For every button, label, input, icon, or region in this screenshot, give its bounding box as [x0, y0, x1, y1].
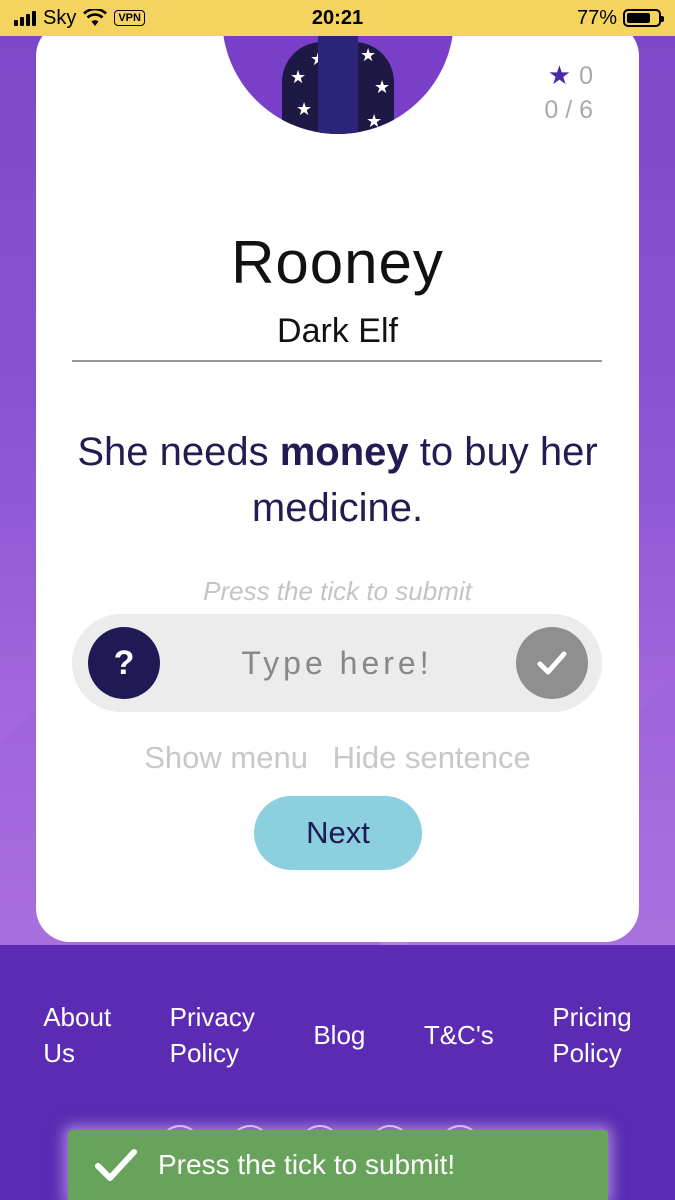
- footer-nav: About Us Privacy Policy Blog T&C's Pricing…: [0, 995, 675, 1075]
- battery-percent: 77%: [576, 6, 617, 29]
- answer-input[interactable]: [182, 634, 492, 692]
- toast-message: Press the tick to submit!: [158, 1149, 456, 1180]
- sentence-before: She needs: [77, 430, 280, 474]
- footer-link-blog[interactable]: Blog: [313, 1017, 365, 1053]
- card-links: Show menu Hide sentence: [36, 740, 639, 776]
- status-right: 77%: [576, 6, 664, 30]
- character-avatar: ★ ★ ★ ★ ★ ★: [222, 22, 454, 134]
- carrier-name: Sky: [43, 6, 77, 29]
- score-panel: ★ 0 0 / 6: [544, 58, 593, 127]
- answer-bar: ?: [72, 614, 602, 712]
- next-button[interactable]: Next: [254, 796, 422, 870]
- character-card: ★ ★ ★ ★ ★ ★ ★0 0 / 6 Rooney Dark Elf She…: [36, 22, 639, 942]
- character-name: Rooney: [231, 229, 444, 296]
- hide-sentence-link[interactable]: Hide sentence: [333, 740, 531, 775]
- battery-icon: [623, 9, 664, 27]
- character-class: Dark Elf: [277, 312, 398, 350]
- checkmark-icon: [537, 651, 567, 675]
- vpn-badge: VPN: [114, 10, 145, 26]
- toast-notification: Press the tick to submit!: [68, 1130, 608, 1200]
- help-button[interactable]: ?: [88, 627, 160, 699]
- avatar-collar: [318, 32, 358, 134]
- signal-icon: [14, 10, 36, 26]
- checkmark-icon: [95, 1149, 137, 1181]
- star-icon: ★: [547, 60, 572, 90]
- footer-link-about[interactable]: About Us: [43, 999, 111, 1071]
- star-count: 0: [579, 62, 593, 90]
- wifi-icon: [83, 9, 108, 26]
- prompt-sentence: She needs money to buy her medicine.: [56, 424, 619, 536]
- footer-link-privacy[interactable]: Privacy Policy: [170, 999, 255, 1071]
- footer-link-terms[interactable]: T&C's: [424, 1017, 494, 1053]
- submit-tick-button[interactable]: [516, 627, 588, 699]
- progress-count: 0 / 6: [544, 96, 593, 124]
- divider: [72, 360, 602, 362]
- status-bar: Sky VPN 20:21 77%: [0, 0, 675, 36]
- show-menu-link[interactable]: Show menu: [144, 740, 308, 775]
- submit-hint: Press the tick to submit: [203, 576, 472, 606]
- sentence-keyword: money: [279, 430, 409, 474]
- footer-link-pricing[interactable]: Pricing Policy: [552, 999, 631, 1071]
- status-left: Sky VPN: [14, 7, 145, 30]
- battery-fill: [627, 13, 651, 23]
